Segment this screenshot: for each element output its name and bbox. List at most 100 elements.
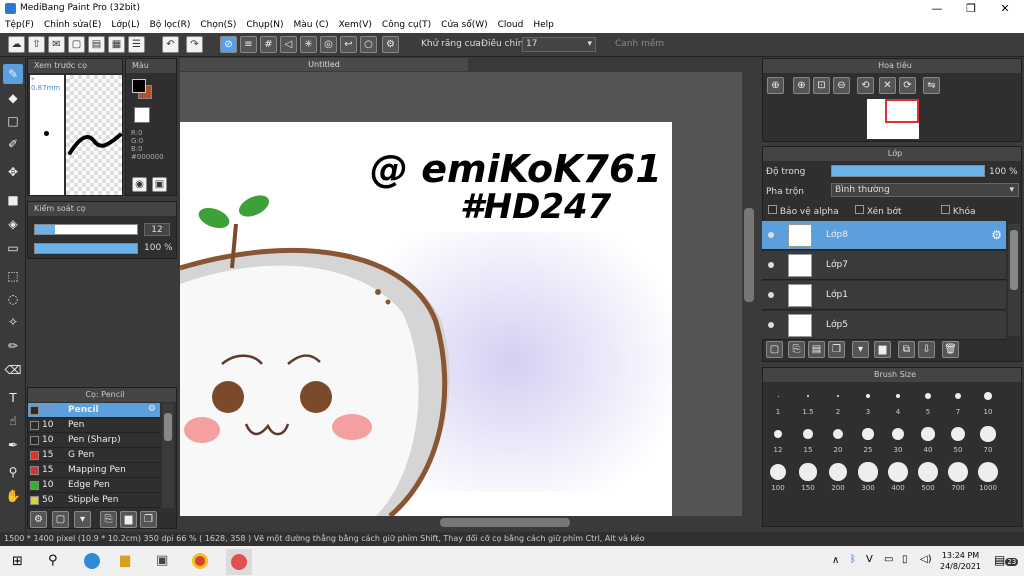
brush-size-value[interactable]: 12 xyxy=(144,223,170,236)
add-layer-dropdown-icon[interactable]: ▾ xyxy=(852,341,869,358)
brush-list-item[interactable]: 15 G Pen xyxy=(28,448,160,463)
duplicate-brush-icon[interactable]: ❐ xyxy=(140,511,157,528)
brush-list-item[interactable]: 10 Pen (Sharp) xyxy=(28,433,160,448)
duplicate-layer-icon[interactable]: ❐ xyxy=(828,341,845,358)
no-snap-icon[interactable]: ⊘ xyxy=(220,36,237,53)
divide-tool-icon[interactable]: ✒ xyxy=(3,435,23,455)
lasso-tool-icon[interactable]: ◌ xyxy=(3,289,23,309)
brush-size-option[interactable]: 1000 xyxy=(974,460,1002,496)
brush-size-option[interactable]: 25 xyxy=(854,422,882,458)
gear-icon[interactable]: ⚙ xyxy=(148,404,156,414)
operation-tool-icon[interactable]: ☝ xyxy=(3,411,23,431)
battery-icon[interactable]: ▯ xyxy=(902,554,908,565)
zoom-in-icon[interactable]: ⊕ xyxy=(767,77,784,94)
brush-size-option[interactable]: 400 xyxy=(884,460,912,496)
transparent-color-swatch[interactable] xyxy=(134,107,150,123)
brush-size-option[interactable]: 1.5 xyxy=(794,384,822,420)
brush-list-item[interactable]: 10 Pen xyxy=(28,418,160,433)
eyedropper-tool-icon[interactable]: ⚲ xyxy=(3,462,23,482)
menu-cloud[interactable]: Cloud xyxy=(493,17,529,33)
brush-size-option[interactable]: 150 xyxy=(794,460,822,496)
layer-opacity-slider[interactable] xyxy=(831,165,985,177)
brush-list-item[interactable]: 10 Edge Pen xyxy=(28,478,160,493)
page-icon[interactable]: ▤ xyxy=(88,36,105,53)
new-halftone-layer-icon[interactable]: ⎘ xyxy=(788,341,805,358)
add-brush-icon[interactable]: ▾ xyxy=(74,511,91,528)
rotate-right-icon[interactable]: ⟳ xyxy=(899,77,916,94)
reset-view-icon[interactable]: ✕ xyxy=(879,77,896,94)
network-icon[interactable]: ▭ xyxy=(884,554,893,565)
search-icon[interactable]: ⚲ xyxy=(48,553,58,568)
menu-window[interactable]: Cửa sổ(W) xyxy=(436,17,492,33)
layer-scrollbar[interactable] xyxy=(1008,224,1020,336)
menu-tools[interactable]: Công cụ(T) xyxy=(377,17,436,33)
select-tool-icon[interactable]: ⬚ xyxy=(3,266,23,286)
edge-icon[interactable] xyxy=(84,553,100,569)
close-button[interactable]: ✕ xyxy=(988,0,1022,17)
menu-edit[interactable]: Chỉnh sửa(E) xyxy=(39,17,106,33)
fit-icon[interactable]: ⊡ xyxy=(813,77,830,94)
eye-icon[interactable] xyxy=(768,322,774,328)
brush-size-option[interactable]: 7 xyxy=(944,384,972,420)
parallel-snap-icon[interactable]: ≡ xyxy=(240,36,257,53)
foreground-color-swatch[interactable] xyxy=(132,79,146,93)
bluetooth-icon[interactable]: ᛒ xyxy=(850,554,856,565)
lock-option[interactable]: Khóa xyxy=(941,205,976,217)
brush-list-item[interactable]: 12 Pencil ⚙ xyxy=(28,403,160,418)
windows-start-icon[interactable]: ⊞ xyxy=(12,554,23,569)
menu-snap[interactable]: Chụp(N) xyxy=(241,17,288,33)
hand-tool-icon[interactable]: ✋ xyxy=(3,486,23,506)
chat-icon[interactable]: ✉ xyxy=(48,36,65,53)
brush-size-option[interactable]: 3 xyxy=(854,384,882,420)
menu-help[interactable]: Help xyxy=(528,17,559,33)
brush-size-option[interactable]: 1 xyxy=(764,384,792,420)
brush-size-option[interactable]: 30 xyxy=(884,422,912,458)
medibang-taskbar-button[interactable] xyxy=(226,549,252,575)
menu-layer[interactable]: Lớp(L) xyxy=(106,17,144,33)
palette-icon[interactable]: ◉ xyxy=(132,177,147,192)
brush-size-option[interactable]: 20 xyxy=(824,422,852,458)
fill-rect-tool-icon[interactable]: ■ xyxy=(3,190,23,210)
brush-tool-icon[interactable]: ✎ xyxy=(3,64,23,84)
menu-select[interactable]: Chọn(S) xyxy=(195,17,241,33)
notification-icon[interactable]: ▤ 23 xyxy=(994,553,1019,567)
brush-size-option[interactable]: 10 xyxy=(974,384,1002,420)
new-8bit-layer-icon[interactable]: ▤ xyxy=(808,341,825,358)
brush-size-option[interactable]: 70 xyxy=(974,422,1002,458)
upload-icon[interactable]: ⇧ xyxy=(28,36,45,53)
new-brush-icon[interactable]: ▢ xyxy=(52,511,69,528)
layer-folder-icon[interactable]: ▆ xyxy=(874,341,891,358)
rotate-left-icon[interactable]: ⟲ xyxy=(857,77,874,94)
import-brush-icon[interactable]: ⎘ xyxy=(100,511,117,528)
brush-size-option[interactable]: 15 xyxy=(794,422,822,458)
color-picker-icon[interactable]: ▣ xyxy=(152,177,167,192)
brush-size-option[interactable]: 700 xyxy=(944,460,972,496)
brush-size-option[interactable]: 100 xyxy=(764,460,792,496)
perspective-snap-icon[interactable]: ◁ xyxy=(280,36,297,53)
move-tool-icon[interactable]: ✥ xyxy=(3,162,23,182)
adjust-select[interactable]: 17 ▾ xyxy=(522,37,596,52)
cloud-icon[interactable]: ☁ xyxy=(8,36,25,53)
brush-opacity-slider[interactable] xyxy=(34,243,138,254)
eraser-tool-icon[interactable]: ◆ xyxy=(3,88,23,108)
layer-row[interactable]: Lớp5 xyxy=(762,311,1006,340)
brush-size-option[interactable]: 5 xyxy=(914,384,942,420)
document-tab[interactable]: Untitled xyxy=(180,58,468,71)
store-icon[interactable]: ▣ xyxy=(156,553,168,568)
minimize-button[interactable]: — xyxy=(920,0,954,17)
brush-folder-icon[interactable]: ▆ xyxy=(120,511,137,528)
brush-size-slider[interactable] xyxy=(34,224,138,235)
chrome-icon[interactable] xyxy=(192,553,208,569)
menu-color[interactable]: Màu (C) xyxy=(289,17,334,33)
merge-layer-icon[interactable]: ⇩ xyxy=(918,341,935,358)
magic-wand-tool-icon[interactable]: ✧ xyxy=(3,312,23,332)
brush-size-option[interactable]: 500 xyxy=(914,460,942,496)
grid-page-icon[interactable]: ▦ xyxy=(108,36,125,53)
menu-view[interactable]: Xem(V) xyxy=(334,17,377,33)
rectangle-tool-icon[interactable]: □ xyxy=(3,111,23,131)
flip-icon[interactable]: ⇋ xyxy=(923,77,940,94)
volume-icon[interactable]: ◁) xyxy=(920,554,932,565)
circle-snap-icon[interactable]: ◎ xyxy=(320,36,337,53)
list-icon[interactable]: ☰ xyxy=(128,36,145,53)
brush-size-option[interactable]: 50 xyxy=(944,422,972,458)
